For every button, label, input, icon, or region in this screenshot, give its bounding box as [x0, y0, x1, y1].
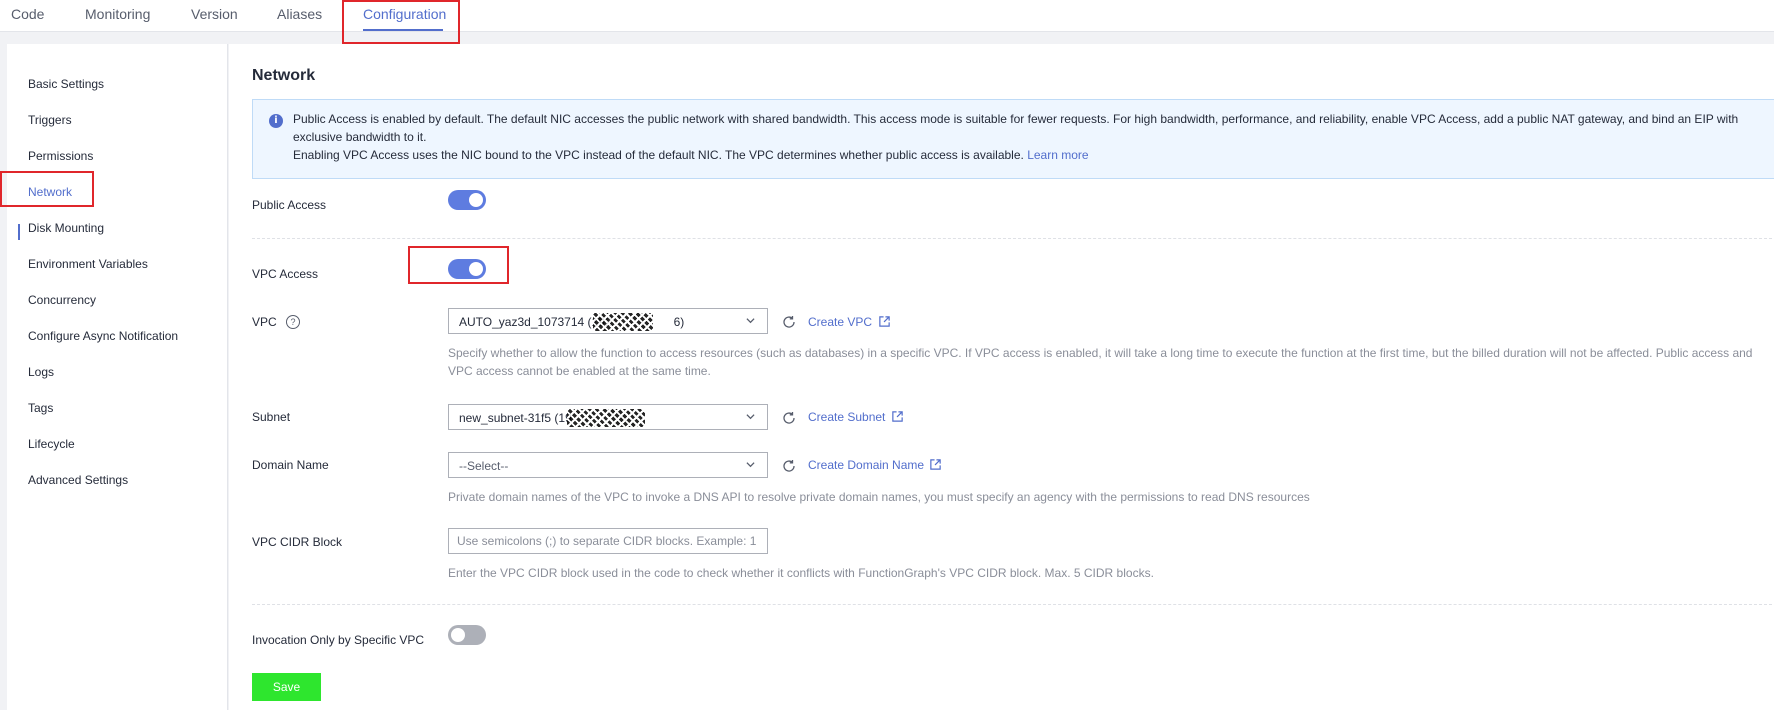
help-circle-icon[interactable]: ?	[286, 315, 300, 329]
chevron-down-icon	[746, 318, 755, 324]
info-text: Public Access is enabled by default. The…	[293, 110, 1773, 164]
tab-configuration[interactable]: Configuration	[363, 6, 446, 22]
sidebar-item-configure-async-notification[interactable]: Configure Async Notification	[28, 329, 178, 343]
info-banner: i Public Access is enabled by default. T…	[252, 99, 1774, 179]
subnet-select[interactable]: new_subnet-31f5 (19	[448, 404, 768, 430]
subnet-select-value: new_subnet-31f5 (19	[459, 411, 572, 425]
redaction-mask	[567, 409, 645, 427]
invocation-only-toggle[interactable]	[448, 625, 486, 645]
domain-name-placeholder: --Select--	[459, 459, 509, 473]
sidebar-item-basic-settings[interactable]: Basic Settings	[28, 77, 104, 91]
vpc-access-toggle[interactable]	[448, 259, 486, 279]
sidebar-item-triggers[interactable]: Triggers	[28, 113, 72, 127]
external-link-icon[interactable]	[891, 410, 904, 423]
info-icon: i	[269, 114, 283, 128]
tab-monitoring[interactable]: Monitoring	[85, 6, 150, 22]
subnet-label: Subnet	[252, 410, 291, 424]
public-access-toggle[interactable]	[448, 190, 486, 210]
info-line-2-text: Enabling VPC Access uses the NIC bound t…	[293, 148, 1024, 162]
sidebar-item-lifecycle[interactable]: Lifecycle	[28, 437, 75, 451]
external-link-icon[interactable]	[929, 458, 942, 471]
chevron-down-icon	[746, 462, 755, 468]
sidebar-active-indicator	[18, 224, 20, 240]
vpc-select[interactable]: AUTO_yaz3d_1073714 (192 6)	[448, 308, 768, 334]
vpc-cidr-input[interactable]	[448, 528, 768, 554]
top-tab-bar: Code Monitoring Version Aliases Configur…	[0, 0, 1774, 32]
external-link-icon[interactable]	[878, 315, 891, 328]
domain-name-hint: Private domain names of the VPC to invok…	[448, 490, 1310, 504]
info-line-1: Public Access is enabled by default. The…	[293, 112, 1739, 144]
tab-version[interactable]: Version	[191, 6, 238, 22]
tab-code[interactable]: Code	[11, 6, 44, 22]
refresh-icon[interactable]	[781, 410, 797, 426]
sidebar-item-disk-mounting[interactable]: Disk Mounting	[28, 221, 104, 235]
redaction-mask	[593, 313, 653, 331]
sidebar-item-permissions[interactable]: Permissions	[28, 149, 93, 163]
toggle-knob	[469, 262, 483, 276]
chevron-down-icon	[746, 414, 755, 420]
page-title: Network	[252, 67, 316, 84]
sidebar-item-advanced-settings[interactable]: Advanced Settings	[28, 473, 128, 487]
vpc-cidr-label: VPC CIDR Block	[252, 535, 343, 549]
toggle-knob	[451, 628, 465, 642]
divider	[252, 238, 1772, 239]
sidebar-item-tags[interactable]: Tags	[28, 401, 53, 415]
vpc-hint: Specify whether to allow the function to…	[448, 346, 1753, 378]
sidebar: Basic Settings Triggers Permissions Netw…	[7, 44, 228, 710]
create-vpc-link[interactable]: Create VPC	[808, 315, 872, 329]
domain-name-select[interactable]: --Select--	[448, 452, 768, 478]
toggle-knob	[469, 193, 483, 207]
divider	[252, 604, 1772, 605]
refresh-icon[interactable]	[781, 314, 797, 330]
vpc-access-label: VPC Access	[252, 267, 319, 281]
save-button[interactable]: Save	[252, 673, 321, 701]
info-line-2: Enabling VPC Access uses the NIC bound t…	[293, 146, 1773, 164]
domain-name-label: Domain Name	[252, 458, 329, 472]
public-access-label: Public Access	[252, 198, 327, 212]
sidebar-item-environment-variables[interactable]: Environment Variables	[28, 257, 148, 271]
sidebar-item-network[interactable]: Network	[28, 185, 72, 199]
vpc-cidr-hint: Enter the VPC CIDR block used in the cod…	[448, 566, 1154, 580]
create-subnet-link[interactable]: Create Subnet	[808, 410, 885, 424]
learn-more-link[interactable]: Learn more	[1027, 148, 1088, 162]
active-tab-indicator	[363, 29, 443, 31]
vpc-value-suffix: 6)	[673, 315, 685, 329]
refresh-icon[interactable]	[781, 458, 797, 474]
network-panel: Network i Public Access is enabled by de…	[229, 44, 1774, 710]
vpc-value-prefix: AUTO_yaz3d_1073714 (192	[459, 315, 612, 329]
create-domain-name-link[interactable]: Create Domain Name	[808, 458, 924, 472]
sidebar-item-logs[interactable]: Logs	[28, 365, 54, 379]
invocation-only-label: Invocation Only by Specific VPC	[252, 633, 425, 647]
vpc-label: VPC	[252, 315, 277, 329]
sidebar-item-concurrency[interactable]: Concurrency	[28, 293, 96, 307]
tab-aliases[interactable]: Aliases	[277, 6, 322, 22]
